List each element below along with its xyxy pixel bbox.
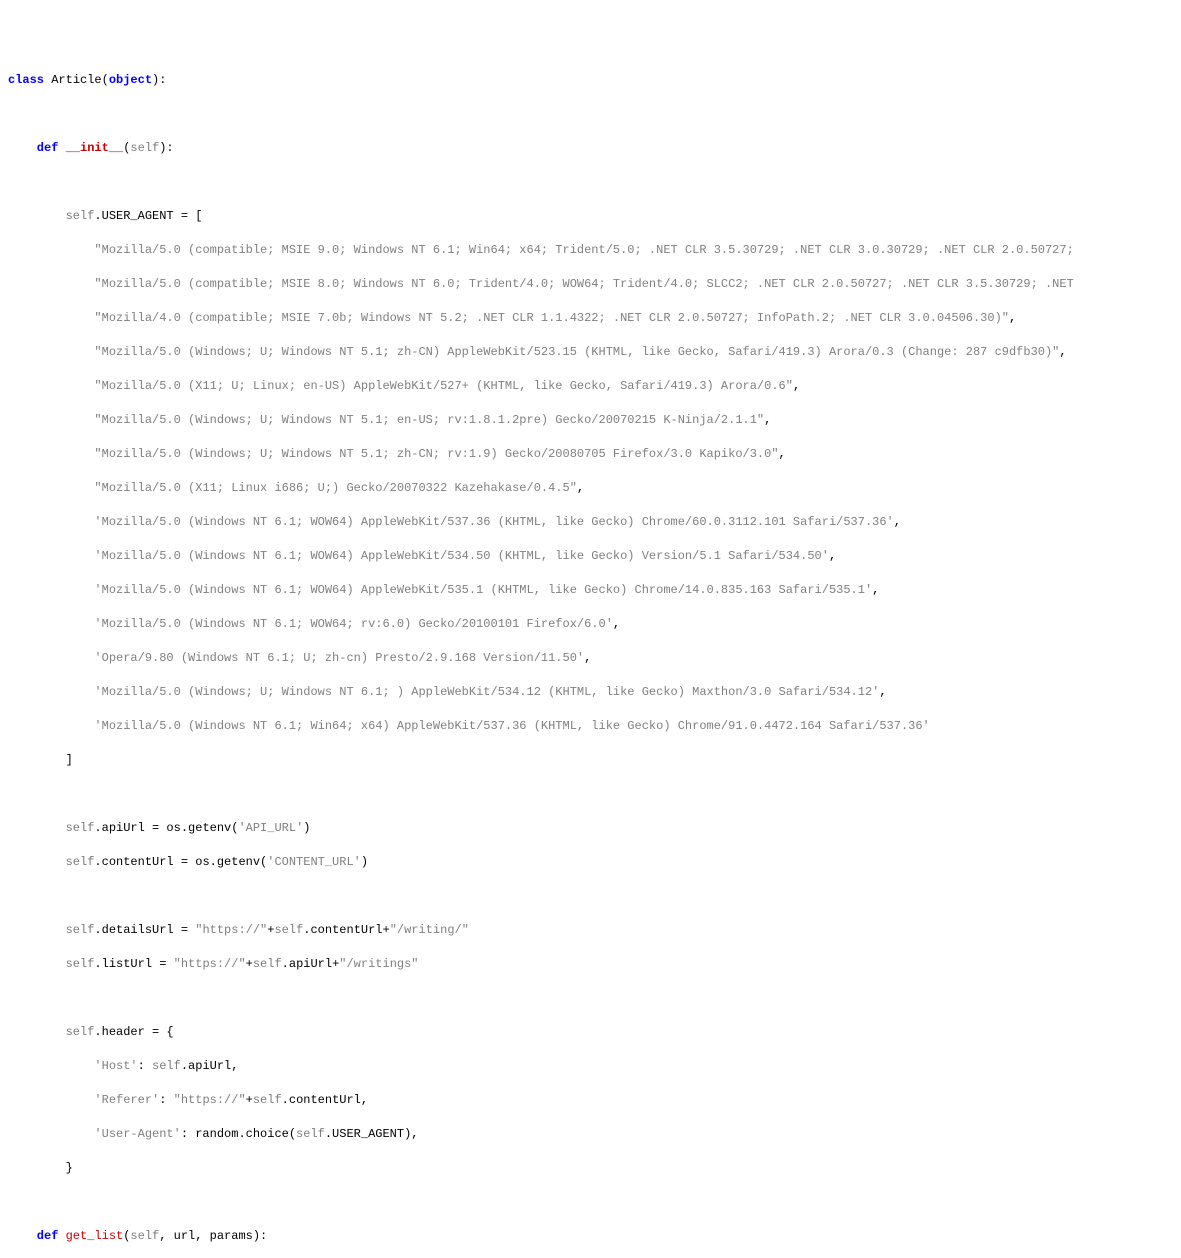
code-line: "Mozilla/5.0 (compatible; MSIE 9.0; Wind… bbox=[8, 242, 1173, 259]
code-line: self.apiUrl = os.getenv('API_URL') bbox=[8, 820, 1173, 837]
code-line bbox=[8, 1194, 1173, 1211]
code-line: def get_list(self, url, params): bbox=[8, 1228, 1173, 1245]
code-line: "Mozilla/5.0 (Windows; U; Windows NT 5.1… bbox=[8, 412, 1173, 429]
code-line: self.listUrl = "https://"+self.apiUrl+"/… bbox=[8, 956, 1173, 973]
code-line bbox=[8, 990, 1173, 1007]
code-line: "Mozilla/5.0 (Windows; U; Windows NT 5.1… bbox=[8, 446, 1173, 463]
code-line: } bbox=[8, 1160, 1173, 1177]
code-line: "Mozilla/5.0 (compatible; MSIE 8.0; Wind… bbox=[8, 276, 1173, 293]
code-line bbox=[8, 174, 1173, 191]
code-line: 'Mozilla/5.0 (Windows NT 6.1; WOW64) App… bbox=[8, 514, 1173, 531]
code-line: 'Referer': "https://"+self.contentUrl, bbox=[8, 1092, 1173, 1109]
code-line: "Mozilla/4.0 (compatible; MSIE 7.0b; Win… bbox=[8, 310, 1173, 327]
code-line: self.contentUrl = os.getenv('CONTENT_URL… bbox=[8, 854, 1173, 871]
code-line: 'Mozilla/5.0 (Windows NT 6.1; WOW64; rv:… bbox=[8, 616, 1173, 633]
method-init: __init__ bbox=[66, 141, 124, 155]
code-line: self.header = { bbox=[8, 1024, 1173, 1041]
code-line: 'Mozilla/5.0 (Windows NT 6.1; Win64; x64… bbox=[8, 718, 1173, 735]
code-line: 'Host': self.apiUrl, bbox=[8, 1058, 1173, 1075]
code-line: 'Mozilla/5.0 (Windows NT 6.1; WOW64) App… bbox=[8, 548, 1173, 565]
code-line: 'Opera/9.80 (Windows NT 6.1; U; zh-cn) P… bbox=[8, 650, 1173, 667]
code-line: "Mozilla/5.0 (X11; Linux i686; U;) Gecko… bbox=[8, 480, 1173, 497]
code-line bbox=[8, 888, 1173, 905]
code-line: "Mozilla/5.0 (Windows; U; Windows NT 5.1… bbox=[8, 344, 1173, 361]
code-line: self.detailsUrl = "https://"+self.conten… bbox=[8, 922, 1173, 939]
code-line: 'Mozilla/5.0 (Windows NT 6.1; WOW64) App… bbox=[8, 582, 1173, 599]
code-editor[interactable]: class Article(object): def __init__(self… bbox=[8, 72, 1173, 1258]
code-line: def __init__(self): bbox=[8, 140, 1173, 157]
code-line: 'Mozilla/5.0 (Windows; U; Windows NT 6.1… bbox=[8, 684, 1173, 701]
keyword-class: class bbox=[8, 73, 44, 87]
code-line bbox=[8, 786, 1173, 803]
code-line: 'User-Agent': random.choice(self.USER_AG… bbox=[8, 1126, 1173, 1143]
code-line: ] bbox=[8, 752, 1173, 769]
code-line: class Article(object): bbox=[8, 72, 1173, 89]
code-line: self.USER_AGENT = [ bbox=[8, 208, 1173, 225]
code-line: "Mozilla/5.0 (X11; U; Linux; en-US) Appl… bbox=[8, 378, 1173, 395]
code-line bbox=[8, 106, 1173, 123]
method-get-list: get_list bbox=[66, 1229, 124, 1243]
